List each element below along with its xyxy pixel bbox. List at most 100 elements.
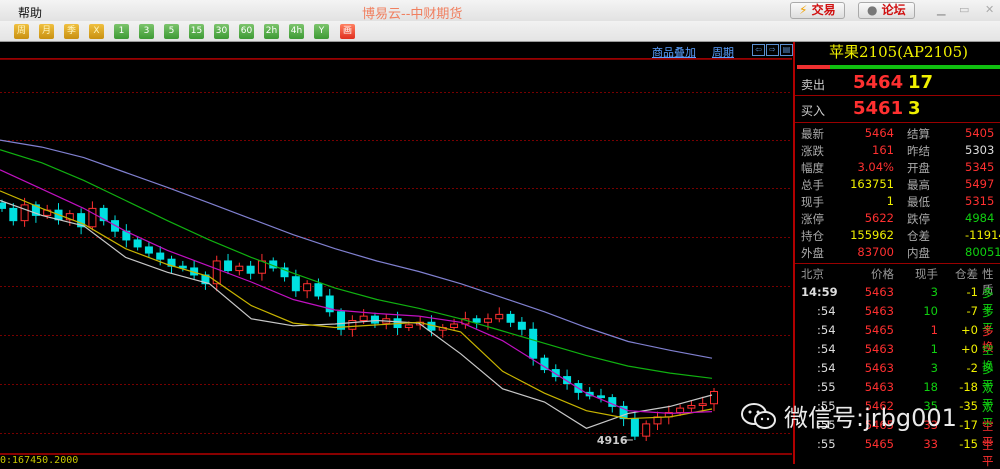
ask-label: 卖出 (801, 78, 826, 92)
tick-oi-change: -17 (959, 418, 978, 432)
period-button[interactable]: 1 (114, 24, 129, 39)
period-button[interactable]: 3 (139, 24, 154, 39)
tick-row: 14:59 5463 3 -1 多平 (795, 283, 1000, 316)
stat-value: 1 (886, 194, 894, 208)
candle-body (20, 204, 29, 222)
tick-price: 5463 (864, 361, 894, 375)
maximize-icon[interactable]: ▭ (959, 3, 969, 16)
menu-help[interactable]: 帮助 (18, 4, 42, 21)
bid-label: 买入 (801, 104, 826, 118)
contract-title: 苹果2105(AP2105) (829, 43, 968, 61)
candle-body (506, 313, 515, 323)
period-button[interactable]: 30 (214, 24, 229, 39)
tick-header-cell: 北京 (801, 267, 824, 281)
candle-body (144, 246, 153, 254)
stat-value: 5497 (965, 177, 995, 191)
scroll-left-icon[interactable]: ⇦ (752, 44, 765, 56)
close-icon[interactable]: ✕ (985, 3, 994, 16)
candle-body (450, 323, 459, 329)
stat-value: 163751 (850, 177, 894, 191)
candle-body (630, 418, 639, 437)
tick-time: :54 (817, 361, 836, 375)
tick-volume: 18 (923, 380, 938, 394)
tick-oi-change: -2 (966, 361, 978, 375)
stat-row: 持仓 155962 仓差 -11914 (795, 227, 1000, 244)
period-button[interactable]: Y (314, 24, 329, 39)
overlay-link[interactable]: 商品叠加 (652, 44, 696, 60)
stat-label: 最高 (907, 178, 930, 192)
wechat-icon (740, 402, 778, 430)
kline-chart[interactable]: 4916 (0, 59, 792, 455)
period-button[interactable]: 周 (14, 24, 29, 39)
tick-volume: 33 (923, 437, 938, 451)
stat-value: 161 (872, 143, 894, 157)
candle-body (642, 423, 651, 437)
candle-body (529, 328, 538, 359)
tick-header-cell: 现手 (915, 267, 938, 281)
candle-body (370, 315, 379, 324)
tick-time: 14:59 (801, 285, 838, 299)
stat-value: 4984 (965, 211, 995, 225)
stat-label: 涨停 (801, 212, 824, 226)
forum-label: 论坛 (881, 3, 906, 17)
forum-button[interactable]: ● 论坛 (858, 2, 915, 19)
watermark-text: 微信号:jrbg001 (784, 404, 957, 432)
candle-body (235, 265, 244, 272)
stat-value: 80051 (965, 245, 1000, 259)
period-button[interactable]: 画 (340, 24, 355, 39)
scroll-right-icon[interactable]: ⇨ (766, 44, 779, 56)
menubar: 帮助 博易云--中财期货 ⚡ 交易 ● 论坛 ▁ ▭ ✕ (0, 0, 1000, 22)
ma-line-ma5 (0, 199, 713, 429)
period-link[interactable]: 周期 (712, 44, 734, 60)
candle-body (359, 315, 368, 322)
candle-body (495, 313, 504, 320)
stat-label: 外盘 (801, 246, 824, 260)
trade-button[interactable]: ⚡ 交易 (790, 2, 845, 19)
tick-price: 5463 (864, 285, 894, 299)
period-button[interactable]: 月 (39, 24, 54, 39)
period-button[interactable]: 季 (64, 24, 79, 39)
tick-volume: 1 (930, 342, 938, 356)
tick-row: :55 5463 18 -18 双平 (795, 378, 1000, 411)
period-button[interactable]: 2h (264, 24, 279, 39)
stat-label: 仓差 (907, 229, 930, 243)
period-button[interactable]: 4h (289, 24, 304, 39)
candle-body (404, 324, 413, 329)
stat-label: 开盘 (907, 161, 930, 175)
stat-value: 83700 (857, 245, 894, 259)
low-price-label: 4916 (597, 434, 628, 447)
tick-time: :54 (817, 342, 836, 356)
candle-body (517, 321, 526, 330)
period-button[interactable]: 5 (164, 24, 179, 39)
stat-value: 3.04% (857, 160, 894, 174)
tick-price: 5465 (864, 437, 894, 451)
tick-price: 5463 (864, 380, 894, 394)
stat-row: 外盘 83700 内盘 80051 (795, 244, 1000, 261)
tick-row: :54 5463 10 -7 多平 (795, 302, 1000, 335)
candle-body (224, 260, 233, 272)
stat-row: 现手 1 最低 5315 (795, 193, 1000, 210)
stat-label: 最新 (801, 127, 824, 141)
stat-row: 最新 5464 结算 5405 (795, 125, 1000, 142)
tick-price: 5463 (864, 342, 894, 356)
tick-row: :54 5463 3 -2 多平 (795, 359, 1000, 392)
tick-header: 北京 价格 现手 仓差 性质 (795, 264, 1000, 297)
period-button[interactable]: 15 (189, 24, 204, 39)
candle-body (483, 318, 492, 323)
stat-value: 5303 (965, 143, 995, 157)
minimize-icon[interactable]: ▁ (937, 3, 945, 16)
tick-oi-change: -7 (966, 304, 978, 318)
tick-row: :54 5463 1 +0 空换 (795, 340, 1000, 373)
lightning-icon: ⚡ (799, 3, 808, 17)
tick-header-cell: 仓差 (955, 267, 978, 281)
tick-time: :54 (817, 304, 836, 318)
stat-label: 最低 (907, 195, 930, 209)
period-button[interactable]: X (89, 24, 104, 39)
tick-volume: 3 (930, 361, 938, 375)
layout-icon[interactable]: ▤ (780, 44, 793, 56)
tick-header-cell: 价格 (871, 267, 894, 281)
period-button[interactable]: 60 (239, 24, 254, 39)
tick-oi-change: +0 (961, 323, 978, 337)
stat-label: 跌停 (907, 212, 930, 226)
candle-body (687, 404, 696, 409)
